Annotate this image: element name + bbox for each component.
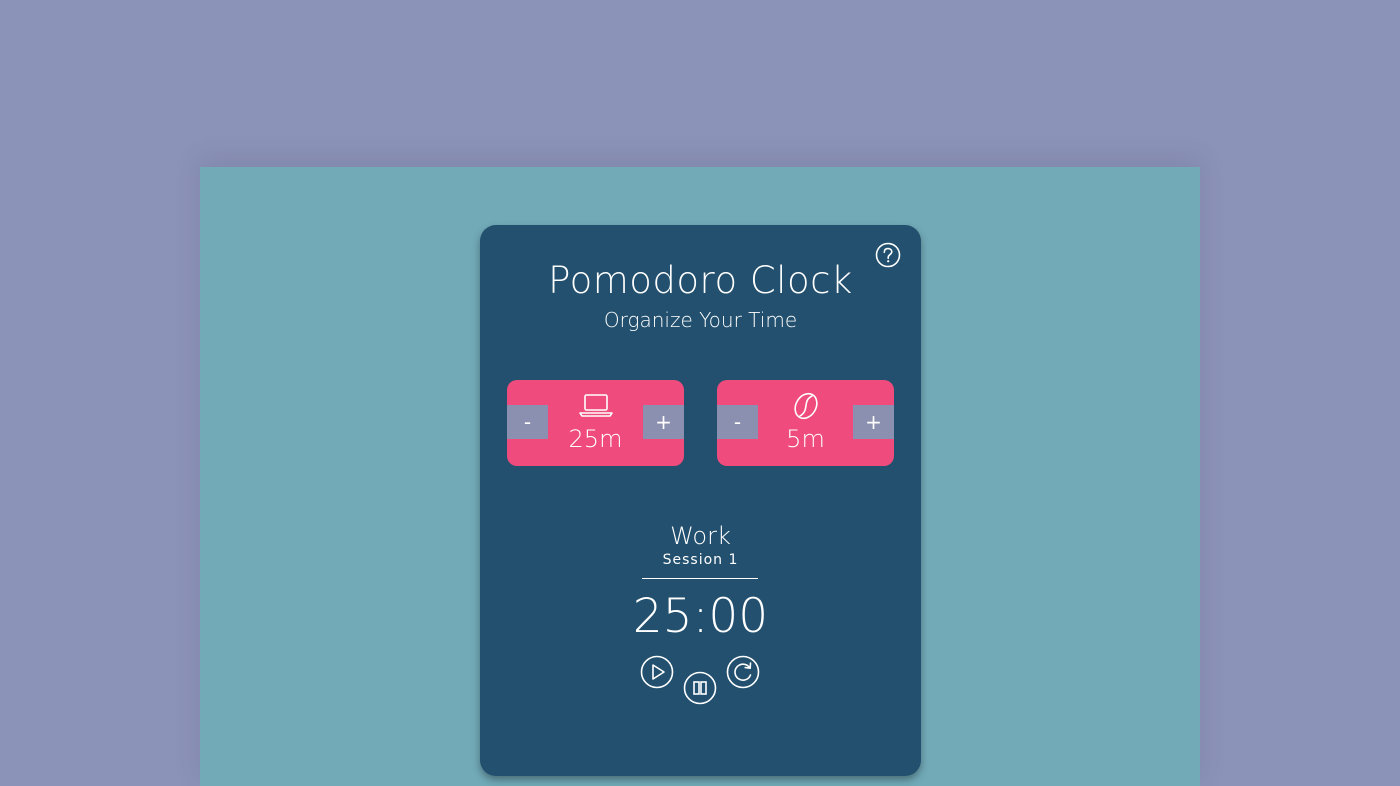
app-subtitle: Organize Your Time (603, 308, 798, 332)
pause-button[interactable] (683, 671, 717, 705)
reset-button[interactable] (726, 655, 760, 689)
timer-mode-label: Work (670, 522, 731, 550)
session-label: Session 1 (662, 552, 739, 568)
play-button[interactable] (640, 655, 674, 689)
work-increment-button[interactable]: + (643, 405, 684, 439)
break-length-control: - 5m + (717, 380, 894, 466)
laptop-icon (578, 392, 614, 420)
break-increment-button[interactable]: + (853, 405, 894, 439)
divider (642, 578, 758, 579)
coffee-bean-icon (788, 392, 824, 420)
work-length-control: - 25m + (507, 380, 684, 466)
app-title: Pomodoro Clock (548, 259, 853, 302)
pause-icon (683, 671, 717, 705)
play-icon (640, 655, 674, 689)
reset-icon (726, 655, 760, 689)
timer-display: 25:00 (632, 589, 769, 644)
pomodoro-card: Pomodoro Clock Organize Your Time - 25m … (480, 225, 921, 776)
